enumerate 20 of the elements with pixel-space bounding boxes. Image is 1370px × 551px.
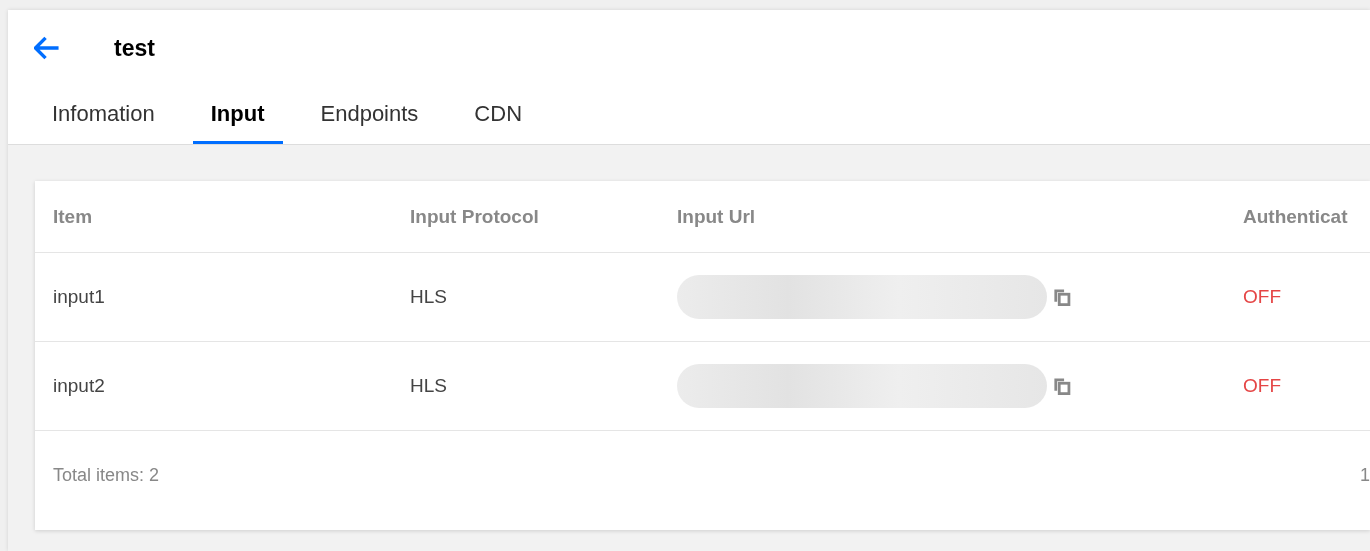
table-cell-text: HLS — [410, 375, 448, 397]
back-arrow-icon[interactable] — [34, 36, 60, 60]
tab[interactable]: Input — [192, 86, 283, 144]
tab[interactable]: CDN — [456, 86, 541, 144]
column-header: Authenticat — [1243, 205, 1349, 228]
table-cell-text: HLS — [410, 286, 448, 308]
column-header: Item — [53, 205, 94, 228]
tab[interactable]: Endpoints — [302, 86, 437, 144]
column-header: Input Url — [677, 205, 757, 228]
copy-icon[interactable] — [1053, 377, 1071, 395]
total-items-text: Total items: 2 — [53, 464, 160, 486]
table-cell-text: input2 — [53, 375, 106, 397]
table-cell-text: OFF — [1243, 286, 1282, 308]
copy-icon[interactable] — [1053, 288, 1071, 306]
table-cell-text: input1 — [53, 286, 106, 308]
page-number[interactable]: 1 — [1360, 464, 1370, 486]
page-title: test — [114, 34, 155, 62]
column-header: Input Protocol — [410, 205, 540, 228]
tab[interactable]: Infomation — [34, 86, 173, 144]
table-cell-text: OFF — [1243, 375, 1282, 397]
